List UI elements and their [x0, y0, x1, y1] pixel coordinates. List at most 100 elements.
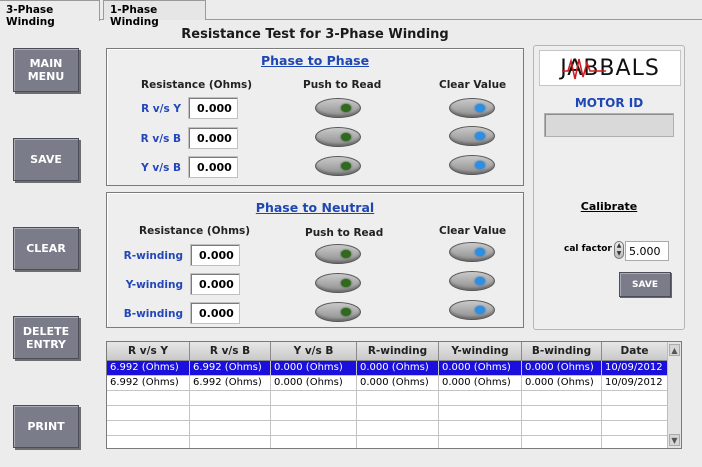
column-header[interactable]: Date [602, 342, 668, 361]
column-header[interactable]: Y v/s B [271, 342, 357, 361]
table-cell: 6.992 (Ohms) [107, 361, 190, 376]
clear-value-column-header: Clear Value [439, 79, 507, 91]
table-cell [190, 391, 271, 406]
phase-to-phase-title: Phase to Phase [260, 53, 370, 68]
table-row[interactable]: 6.992 (Ohms) 6.992 (Ohms) 0.000 (Ohms) 0.00… [107, 361, 668, 376]
spinner-down-icon[interactable]: ▼ [615, 250, 623, 258]
phase-to-phase-panel: Phase to Phase Resistance (Ohms) Push to… [106, 48, 524, 186]
logo-waveform-icon [562, 57, 606, 80]
page-title: Resistance Test for 3-Phase Winding [181, 27, 449, 42]
scroll-down-icon[interactable]: ▼ [669, 434, 680, 446]
table-cell [271, 421, 357, 436]
clear-value-r-winding[interactable] [449, 242, 495, 262]
table-row[interactable] [107, 391, 668, 406]
push-to-read-b-winding[interactable] [315, 302, 361, 322]
table-cell [522, 421, 602, 436]
table-cell [271, 406, 357, 421]
cal-factor-input[interactable]: 5.000 [625, 241, 669, 261]
motor-id-field[interactable] [544, 113, 674, 137]
column-header[interactable]: R-winding [357, 342, 439, 361]
table-cell [271, 391, 357, 406]
table-body: 6.992 (Ohms) 6.992 (Ohms) 0.000 (Ohms) 0.00… [107, 361, 668, 448]
table-cell: 10/09/2012 [602, 361, 668, 376]
table-cell [107, 436, 190, 448]
table-row[interactable] [107, 421, 668, 436]
column-header[interactable]: R v/s B [190, 342, 271, 361]
delete-entry-button[interactable]: DELETE ENTRY [13, 316, 79, 359]
table-cell: 6.992 (Ohms) [190, 376, 271, 391]
row-label-b-winding: B-winding [123, 308, 183, 320]
row-label-r-vs-y: R v/s Y [141, 103, 181, 115]
clear-value-b-winding[interactable] [449, 300, 495, 320]
table-cell [107, 391, 190, 406]
table-cell [439, 421, 522, 436]
motor-id-label: MOTOR ID [574, 96, 644, 110]
table-cell [602, 391, 668, 406]
push-to-read-y-winding[interactable] [315, 273, 361, 293]
table-cell [357, 391, 439, 406]
table-cell [271, 436, 357, 448]
table-cell: 0.000 (Ohms) [522, 361, 602, 376]
push-to-read-y-vs-b[interactable] [315, 156, 361, 176]
row-label-r-winding: R-winding [123, 250, 183, 262]
table-header: R v/s Y R v/s B Y v/s B R-winding Y-wind… [107, 342, 668, 361]
resistance-value-y-vs-b: 0.000 [188, 156, 238, 178]
results-table: R v/s Y R v/s B Y v/s B R-winding Y-wind… [106, 341, 682, 449]
table-cell: 0.000 (Ohms) [439, 361, 522, 376]
resistance-value-r-vs-y: 0.000 [188, 97, 238, 119]
push-to-read-column-header-neutral: Push to Read [305, 227, 384, 239]
clear-value-r-vs-b[interactable] [449, 126, 495, 146]
table-cell [190, 421, 271, 436]
clear-value-y-winding[interactable] [449, 271, 495, 291]
table-cell: 0.000 (Ohms) [522, 376, 602, 391]
tab-1-phase-winding[interactable]: 1-Phase Winding [103, 0, 206, 28]
save-button[interactable]: SAVE [13, 138, 79, 181]
row-label-r-vs-b: R v/s B [140, 133, 181, 145]
cal-factor-spinner[interactable]: ▲ ▼ [614, 241, 624, 259]
table-row[interactable]: 6.992 (Ohms) 6.992 (Ohms) 0.000 (Ohms) 0.00… [107, 376, 668, 391]
clear-value-r-vs-y[interactable] [449, 98, 495, 118]
table-cell: 0.000 (Ohms) [271, 361, 357, 376]
phase-to-neutral-title: Phase to Neutral [255, 200, 375, 215]
table-cell: 0.000 (Ohms) [439, 376, 522, 391]
resistance-value-r-winding: 0.000 [190, 244, 240, 266]
scroll-up-icon[interactable]: ▲ [669, 344, 680, 356]
table-cell [439, 406, 522, 421]
column-header[interactable]: Y-winding [439, 342, 522, 361]
print-button[interactable]: PRINT [13, 405, 79, 448]
table-cell: 0.000 (Ohms) [271, 376, 357, 391]
table-cell [522, 391, 602, 406]
table-cell [522, 436, 602, 448]
table-cell [107, 421, 190, 436]
clear-value-column-header-neutral: Clear Value [439, 225, 507, 237]
resistance-value-r-vs-b: 0.000 [188, 127, 238, 149]
table-cell [107, 406, 190, 421]
table-cell [439, 436, 522, 448]
table-cell: 6.992 (Ohms) [190, 361, 271, 376]
push-to-read-column-header: Push to Read [303, 79, 382, 91]
motor-info-panel: JABBALS MOTOR ID Calibrate cal factor ▲ … [533, 45, 685, 330]
phase-to-neutral-panel: Phase to Neutral Resistance (Ohms) Push … [106, 192, 524, 328]
clear-value-y-vs-b[interactable] [449, 155, 495, 175]
column-header[interactable]: R v/s Y [107, 342, 190, 361]
table-cell: 0.000 (Ohms) [357, 361, 439, 376]
table-row[interactable] [107, 436, 668, 448]
resistance-value-y-winding: 0.000 [190, 273, 240, 295]
calibrate-save-button[interactable]: SAVE [619, 272, 671, 297]
row-label-y-vs-b: Y v/s B [141, 162, 181, 174]
table-cell [522, 406, 602, 421]
push-to-read-r-winding[interactable] [315, 244, 361, 264]
push-to-read-r-vs-b[interactable] [315, 127, 361, 147]
table-cell [602, 421, 668, 436]
tab-3-phase-winding[interactable]: 3-Phase Winding [0, 0, 100, 28]
table-cell [602, 436, 668, 448]
resistance-column-header-neutral: Resistance (Ohms) [139, 225, 251, 237]
row-label-y-winding: Y-winding [125, 279, 183, 291]
table-scrollbar[interactable]: ▲ ▼ [667, 342, 681, 448]
table-row[interactable] [107, 406, 668, 421]
main-menu-button[interactable]: MAIN MENU [13, 48, 79, 92]
spinner-up-icon[interactable]: ▲ [615, 242, 623, 250]
clear-button[interactable]: CLEAR [13, 227, 79, 270]
column-header[interactable]: B-winding [522, 342, 602, 361]
push-to-read-r-vs-y[interactable] [315, 98, 361, 118]
